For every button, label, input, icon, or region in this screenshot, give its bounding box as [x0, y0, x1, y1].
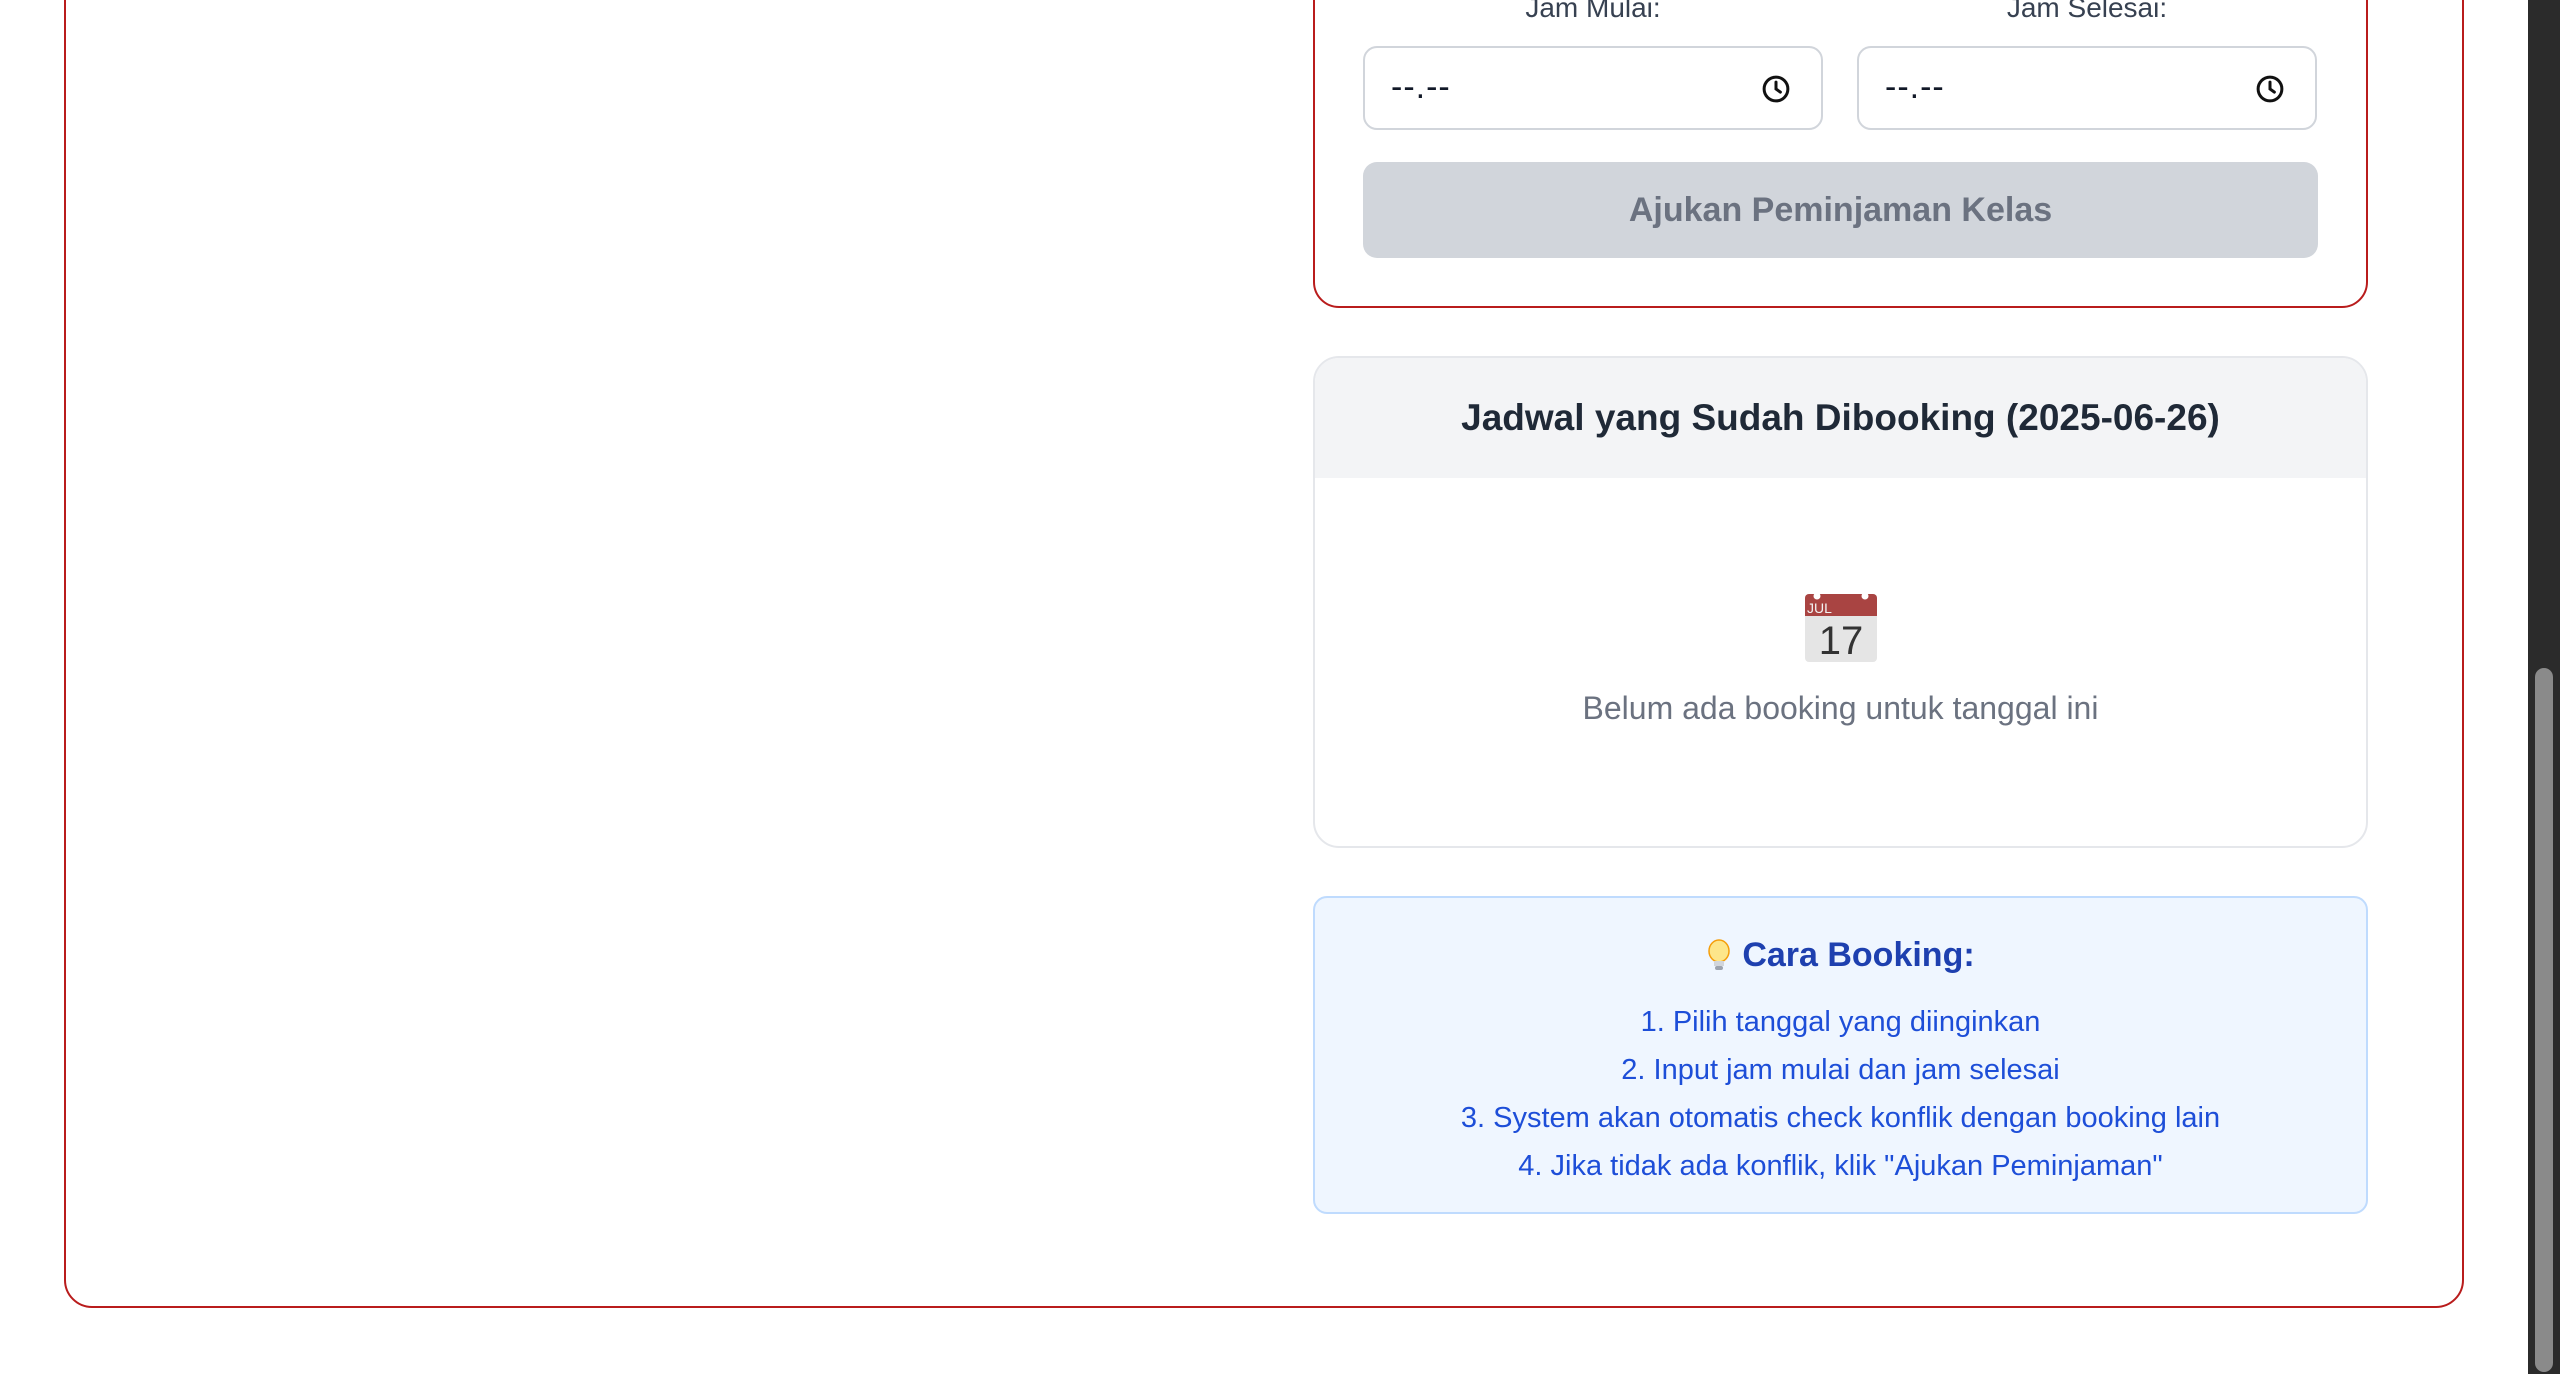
tips-title: Cara Booking: [1742, 936, 1975, 974]
calendar-day: 17 [1819, 619, 1864, 663]
clock-icon[interactable] [2255, 74, 2285, 104]
clock-icon[interactable] [1761, 74, 1791, 104]
tip-step: 2. Input jam mulai dan jam selesai [1621, 1054, 2060, 1086]
booked-schedule-card: Jadwal yang Sudah Dibooking (2025-06-26)… [1313, 356, 2368, 848]
tips-steps-list: 1. Pilih tanggal yang diinginkan 2. Inpu… [1315, 998, 2366, 1190]
submit-booking-button[interactable]: Ajukan Peminjaman Kelas [1363, 162, 2318, 258]
booking-tips-card: Cara Booking: 1. Pilih tanggal yang diin… [1313, 896, 2368, 1214]
calendar-icon: JUL 17 [1805, 592, 1877, 663]
lightbulb-icon [1708, 938, 1731, 970]
tip-step: 1. Pilih tanggal yang diinginkan [1640, 1006, 2041, 1038]
end-time-label: Jam Selesai: [2006, 0, 2168, 23]
start-time-label: Jam Mulai: [1525, 0, 1661, 23]
tip-step: 3. System akan otomatis check konflik de… [1460, 1102, 2221, 1134]
scrollbar-thumb[interactable] [2535, 668, 2553, 1372]
end-time-value: --.-- [1885, 68, 1945, 106]
start-time-input[interactable]: --.-- [1363, 46, 1823, 130]
calendar-month: JUL [1807, 600, 1832, 616]
schedule-title: Jadwal yang Sudah Dibooking (2025-06-26) [1315, 358, 2366, 478]
end-time-input[interactable]: --.-- [1857, 46, 2317, 130]
tips-title-row: Cara Booking: [1315, 936, 2366, 975]
tip-step: 4. Jika tidak ada konflik, klik "Ajukan … [1518, 1150, 2163, 1182]
start-time-value: --.-- [1391, 68, 1451, 106]
empty-schedule-message: Belum ada booking untuk tanggal ini [1582, 690, 2099, 726]
